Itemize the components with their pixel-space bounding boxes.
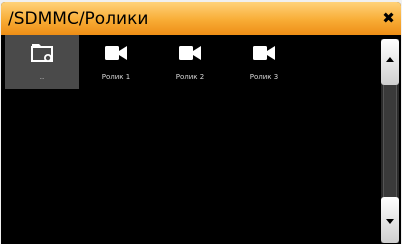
file-item-label: Ролик 3 xyxy=(249,73,279,81)
video-camera-icon xyxy=(105,46,127,60)
arrow-up-icon xyxy=(386,57,394,62)
scroll-up-button[interactable] xyxy=(381,39,399,85)
video-camera-icon xyxy=(253,46,275,60)
video-camera-icon xyxy=(179,46,201,60)
folder-up-icon xyxy=(31,44,53,62)
file-browser-window: /SDMMC/Ролики ✖ .. Ролик 1 Ролик 2 Ролик… xyxy=(1,2,401,244)
scroll-down-button[interactable] xyxy=(381,197,399,243)
window-title: /SDMMC/Ролики xyxy=(8,9,149,29)
file-item-video-3[interactable]: Ролик 3 xyxy=(227,35,301,89)
vertical-scrollbar[interactable] xyxy=(381,39,399,243)
file-grid: .. Ролик 1 Ролик 2 Ролик 3 xyxy=(5,35,375,244)
file-item-video-2[interactable]: Ролик 2 xyxy=(153,35,227,89)
scrollbar-track[interactable] xyxy=(383,85,397,197)
arrow-down-icon xyxy=(386,219,394,224)
file-item-label: Ролик 1 xyxy=(101,73,131,81)
title-bar: /SDMMC/Ролики ✖ xyxy=(1,2,401,35)
file-item-video-1[interactable]: Ролик 1 xyxy=(79,35,153,89)
file-item-parent-folder[interactable]: .. xyxy=(5,35,79,89)
file-item-label: Ролик 2 xyxy=(175,73,205,81)
close-button[interactable]: ✖ xyxy=(380,10,397,27)
file-item-label: .. xyxy=(39,73,45,81)
